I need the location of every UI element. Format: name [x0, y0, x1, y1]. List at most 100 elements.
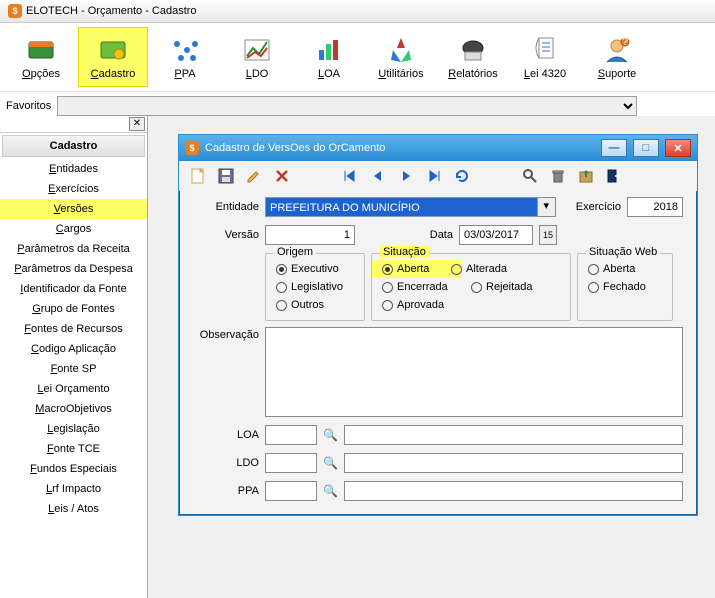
ppa-label: PPA — [193, 485, 259, 497]
data-input[interactable] — [459, 225, 533, 245]
sidebar-item-codigoaplicao[interactable]: Codigo Aplicação — [0, 339, 147, 359]
mdi-icon: $ — [185, 141, 199, 155]
save-icon[interactable] — [217, 167, 235, 185]
sidebar-item-parmetrosdadespesa[interactable]: Parâmetros da Despesa — [0, 259, 147, 279]
toolbar-relatrios[interactable]: Relatórios — [438, 27, 508, 87]
loa-label: LOA — [193, 429, 259, 441]
mdi-close-button[interactable]: ✕ — [665, 139, 691, 157]
mdi-toolbar — [179, 161, 697, 191]
entidade-dropdown-button[interactable]: ▾ — [538, 197, 556, 217]
toolbar-icon — [313, 34, 345, 66]
toolbar-label: Suporte — [598, 68, 637, 80]
toolbar-icon — [97, 34, 129, 66]
next-icon[interactable] — [397, 167, 415, 185]
ldo-code-input[interactable] — [265, 453, 317, 473]
sidebar-item-fontetce[interactable]: Fonte TCE — [0, 439, 147, 459]
mdi-maximize-button[interactable]: □ — [633, 139, 659, 157]
entidade-value[interactable]: PREFEITURA DO MUNICÍPIO — [265, 197, 538, 217]
form-area: Entidade PREFEITURA DO MUNICÍPIO ▾ Exerc… — [179, 191, 697, 515]
refresh-icon[interactable] — [453, 167, 471, 185]
radio-label: Outros — [291, 299, 324, 311]
ldo-desc-input[interactable] — [344, 453, 683, 473]
radio-aberta[interactable]: Aberta — [372, 260, 461, 278]
radio-fechado[interactable]: Fechado — [588, 278, 662, 296]
edit-icon[interactable] — [245, 167, 263, 185]
radio-label: Aberta — [397, 263, 429, 275]
toolbar-opes[interactable]: Opções — [6, 27, 76, 87]
ppa-desc-input[interactable] — [344, 481, 683, 501]
radio-aprovada[interactable]: Aprovada — [382, 296, 471, 314]
sidebar-item-verses[interactable]: Versões — [0, 199, 147, 219]
sidebar-item-cargos[interactable]: Cargos — [0, 219, 147, 239]
observacao-textarea[interactable] — [265, 327, 683, 417]
trash-icon[interactable] — [549, 167, 567, 185]
radio-alterada[interactable]: Alterada — [451, 260, 540, 278]
radio-dot-icon — [588, 264, 599, 275]
sidebar-item-leioramento[interactable]: Lei Orçamento — [0, 379, 147, 399]
radio-dot-icon — [276, 300, 287, 311]
toolbar-ldo[interactable]: LDO — [222, 27, 292, 87]
loa-search-icon[interactable]: 🔍 — [323, 428, 338, 442]
sidebar-item-macroobjetivos[interactable]: MacroObjetivos — [0, 399, 147, 419]
ppa-search-icon[interactable]: 🔍 — [323, 484, 338, 498]
sidebar-close-button[interactable]: ✕ — [129, 117, 145, 131]
search-icon[interactable] — [521, 167, 539, 185]
toolbar-suporte[interactable]: ?Suporte — [582, 27, 652, 87]
versao-input[interactable] — [265, 225, 355, 245]
toolbar-loa[interactable]: LOA — [294, 27, 364, 87]
radio-rejeitada[interactable]: Rejeitada — [471, 278, 560, 296]
radio-label: Legislativo — [291, 281, 343, 293]
sidebar-item-fundosespeciais[interactable]: Fundos Especiais — [0, 459, 147, 479]
radio-outros[interactable]: Outros — [276, 296, 354, 314]
radio-label: Executivo — [291, 263, 339, 275]
situacao-web-group-label: Situação Web — [586, 246, 660, 258]
exit-icon[interactable] — [605, 167, 623, 185]
situacao-web-group: Situação Web AbertaFechado — [577, 253, 673, 321]
entidade-label: Entidade — [193, 201, 259, 213]
prev-icon[interactable] — [369, 167, 387, 185]
mdi-minimize-button[interactable]: — — [601, 139, 627, 157]
toolbar-label: PPA — [174, 68, 195, 80]
app-title: ELOTECH - Orçamento - Cadastro — [26, 5, 197, 17]
first-icon[interactable] — [341, 167, 359, 185]
radio-aberta[interactable]: Aberta — [588, 260, 662, 278]
toolbar-label: Opções — [22, 68, 60, 80]
toolbar-utilitrios[interactable]: Utilitários — [366, 27, 436, 87]
radio-executivo[interactable]: Executivo — [276, 260, 354, 278]
app-title-bar: $ ELOTECH - Orçamento - Cadastro — [0, 0, 715, 23]
loa-desc-input[interactable] — [344, 425, 683, 445]
toolbar-label: Lei 4320 — [524, 68, 566, 80]
radio-dot-icon — [276, 282, 287, 293]
sidebar-item-lrfimpacto[interactable]: Lrf Impacto — [0, 479, 147, 499]
exercicio-input[interactable] — [627, 197, 683, 217]
toolbar-ppa[interactable]: PPA — [150, 27, 220, 87]
new-icon[interactable] — [189, 167, 207, 185]
sidebar-item-grupodefontes[interactable]: Grupo de Fontes — [0, 299, 147, 319]
ldo-search-icon[interactable]: 🔍 — [323, 456, 338, 470]
toolbar-lei4320[interactable]: Lei 4320 — [510, 27, 580, 87]
ppa-code-input[interactable] — [265, 481, 317, 501]
sidebar-item-identificadordafonte[interactable]: Identificador da Fonte — [0, 279, 147, 299]
mdi-window: $ Cadastro de VersOes do OrCamento — □ ✕ — [178, 134, 698, 516]
situacao-group: Situação AbertaAlteradaEncerradaRejeitad… — [371, 253, 571, 321]
radio-legislativo[interactable]: Legislativo — [276, 278, 354, 296]
last-icon[interactable] — [425, 167, 443, 185]
toolbar-icon — [169, 34, 201, 66]
calendar-icon[interactable]: 15 — [539, 225, 557, 245]
favorites-select[interactable] — [57, 96, 637, 116]
sidebar-item-exerccios[interactable]: Exercícios — [0, 179, 147, 199]
sidebar-item-fontesderecursos[interactable]: Fontes de Recursos — [0, 319, 147, 339]
toolbar-cadastro[interactable]: Cadastro — [78, 27, 148, 87]
export-icon[interactable] — [577, 167, 595, 185]
sidebar-item-leisatos[interactable]: Leis / Atos — [0, 499, 147, 519]
sidebar-item-legislao[interactable]: Legislação — [0, 419, 147, 439]
loa-code-input[interactable] — [265, 425, 317, 445]
ldo-label: LDO — [193, 457, 259, 469]
mdi-title-bar[interactable]: $ Cadastro de VersOes do OrCamento — □ ✕ — [179, 135, 697, 161]
delete-icon[interactable] — [273, 167, 291, 185]
sidebar-item-parmetrosdareceita[interactable]: Parâmetros da Receita — [0, 239, 147, 259]
radio-encerrada[interactable]: Encerrada — [382, 278, 471, 296]
sidebar-item-entidades[interactable]: Entidades — [0, 159, 147, 179]
sidebar-item-fontesp[interactable]: Fonte SP — [0, 359, 147, 379]
toolbar-label: Utilitários — [378, 68, 423, 80]
